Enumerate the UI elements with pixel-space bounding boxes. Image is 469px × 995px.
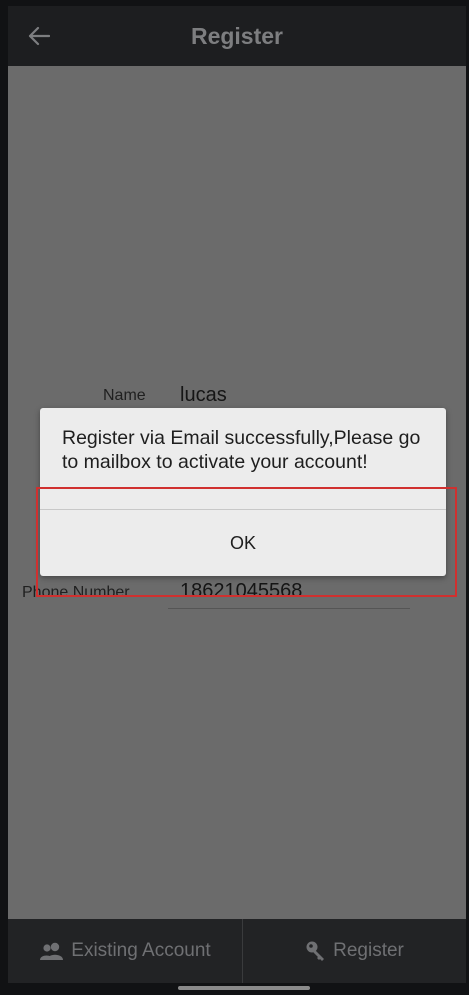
bottom-tab-bar: Existing Account Register (8, 919, 466, 983)
tab-register-label: Register (333, 940, 404, 961)
dialog-message: Register via Email successfully,Please g… (62, 427, 421, 473)
name-label: Name (103, 387, 146, 404)
name-field[interactable]: lucas (180, 384, 227, 407)
page-title: Register (190, 23, 284, 49)
ok-button[interactable]: OK (40, 510, 446, 576)
tab-existing-account[interactable]: Existing Account (8, 919, 242, 983)
phone-number-underline (168, 608, 410, 609)
tab-existing-account-label: Existing Account (71, 940, 211, 961)
phone-number-field[interactable]: 18621045568 (180, 580, 302, 603)
home-indicator[interactable] (178, 986, 310, 990)
success-dialog: Register via Email successfully,Please g… (40, 408, 446, 576)
key-icon (306, 941, 325, 961)
tab-register[interactable]: Register (243, 919, 466, 983)
phone-number-label: Phone Number (22, 584, 130, 601)
users-icon (40, 942, 64, 960)
top-app-bar: Register (8, 6, 466, 66)
